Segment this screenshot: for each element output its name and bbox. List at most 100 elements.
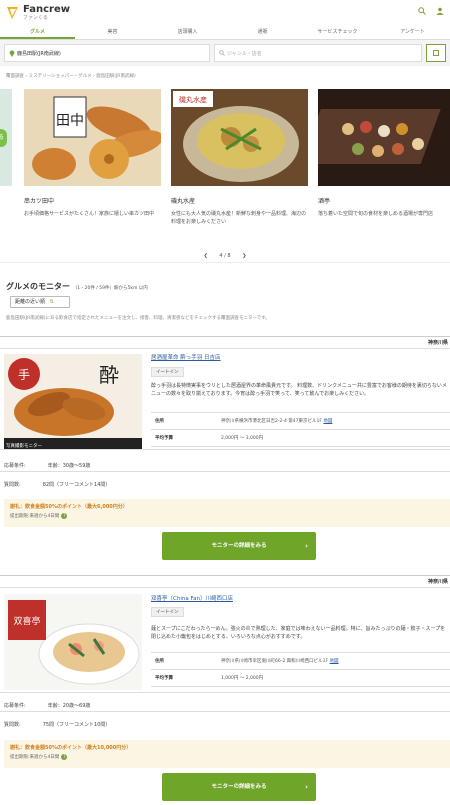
address-value: 神奈川県横浜市港北区日吉2-2-4 第47東京ビル1F xyxy=(221,419,322,424)
china-fan-photo-icon: 双喜亭 xyxy=(4,594,142,690)
genre-input[interactable]: ジャンル・店名 xyxy=(214,44,423,62)
carousel-card[interactable]: 田中 串カツ田中 お手頃価格サービスがたくさん！家族に嬉しい串カツ田中 xyxy=(24,89,161,218)
pickup-carousel: る 田中 串カツ田中 お手頃価格サービスがたくさん！家族に嬉しい串カツ田中 磯丸… xyxy=(0,89,450,239)
shop-name-link[interactable]: 居酒屋革命 酔っ手羽 日吉店 xyxy=(151,353,221,361)
tab-service-check[interactable]: サービスチェック xyxy=(300,26,375,39)
shutei-photo-icon xyxy=(318,89,450,186)
logo[interactable]: Fancrew ファンくる xyxy=(23,4,70,22)
shop-name-link[interactable]: 双喜亭（China Fan）川崎西口店 xyxy=(151,594,233,602)
help-icon[interactable]: ? xyxy=(61,754,68,760)
search-icon[interactable] xyxy=(418,7,426,15)
shop-description: 酔っ手羽は長特徴実事をウリとした居酒屋界の革命風貴元です。 料理数、ドリンクメニ… xyxy=(151,383,447,397)
reward-box: 謝礼：飲食金額50%のポイント（最大6,000円分） 提出期限:来週から4日間? xyxy=(4,499,450,527)
card-desc: 落ち着いた空間で旬の食材を楽しめる酒場が専門店 xyxy=(318,211,434,217)
arrow-right-icon: › xyxy=(305,783,308,791)
kushikatsu-image: 田中 xyxy=(24,89,161,186)
prefecture-label: 神奈川県 xyxy=(0,576,450,588)
user-icon[interactable] xyxy=(436,7,444,15)
sort-arrows-icon: ⇅ xyxy=(49,299,54,305)
budget-label: 平均予算 xyxy=(155,676,173,681)
chevron-left-icon[interactable]: ❮ xyxy=(204,253,208,259)
apply-condition: 応募条件: 年齢：30歳〜59歳 xyxy=(4,462,90,469)
genre-placeholder: ジャンル・店名 xyxy=(227,50,262,57)
location-pin-icon xyxy=(9,50,15,57)
tab-mail-order[interactable]: 通販 xyxy=(225,26,300,39)
svg-text:双喜亭: 双喜亭 xyxy=(13,615,40,627)
deadline-text: 提出期限:来週から4日間 xyxy=(10,755,60,760)
divider xyxy=(0,692,450,693)
shop-description: 麺とスープにこだわったら一めん。強火の炎で熟理した、家庭では味わえない一品料理。… xyxy=(151,626,446,640)
svg-text:田中: 田中 xyxy=(56,113,84,129)
prefecture-label: 神奈川県 xyxy=(0,337,450,349)
monitor-detail-button[interactable]: モニターの詳細をみる › xyxy=(162,773,316,801)
section-title: グルメのモニター （1 - 20件 / 59件）駅から5km 以内 xyxy=(0,281,450,292)
chevron-right-icon[interactable]: ❯ xyxy=(242,253,246,259)
apply-condition: 応募条件: 年齢：20歳〜69歳 xyxy=(4,702,90,709)
section-divider xyxy=(0,262,450,263)
sort-label: 距離の近い順 xyxy=(15,299,46,305)
isomaru-image: 磯丸水産 xyxy=(171,89,308,186)
carousel-card[interactable]: 磯丸水産 磯丸水産 女性にも大人気の磯丸水産！新鮮な刺身や一品料理、海辺の料理を… xyxy=(171,89,308,226)
shop-info-table: 住所 神奈川県川崎市幸区堀川町66-2 興和川崎西口ビル1F 地図 平均予算 1,0… xyxy=(151,652,450,687)
area-select[interactable]: 鹿島田駅(JR南武線) xyxy=(4,44,211,62)
address-value: 神奈川県川崎市幸区堀川町66-2 興和川崎西口ビル1F xyxy=(221,659,329,664)
card-desc: 女性にも大人気の磯丸水産！新鮮な刺身や一品料理、海辺の料理をお楽しみください xyxy=(171,211,307,225)
app-header: Fancrew ファンくる xyxy=(0,0,450,26)
shop-image[interactable]: 双喜亭 xyxy=(4,594,142,690)
condition-value: 年齢：30歳〜59歳 xyxy=(47,463,91,469)
question-count: 質問数: 82問（フリーコメント14問） xyxy=(4,481,110,488)
search-icon xyxy=(219,50,225,56)
monitor-card: 神奈川県 双喜亭 双喜亭（China Fan）川崎西口店 イートイン 麺とスープ… xyxy=(0,575,450,805)
shutei-image xyxy=(318,89,450,186)
question-value: 75問（フリーコメント10問） xyxy=(42,722,111,728)
shop-image[interactable]: 手 酔 写真撮影モニター xyxy=(4,354,142,450)
yottebane-photo-icon: 手 酔 xyxy=(4,354,142,450)
logo-subtext: ファンくる xyxy=(23,15,48,21)
carousel-pager: ❮ 4 / 8 ❯ xyxy=(0,253,450,267)
help-icon[interactable]: ? xyxy=(61,513,68,519)
card-title: 串カツ田中 xyxy=(24,198,55,205)
map-link[interactable]: 地図 xyxy=(330,659,339,664)
condition-label: 応募条件: xyxy=(4,463,26,469)
question-label: 質問数: xyxy=(4,482,21,488)
sort-select[interactable]: 距離の近い順 ⇅ xyxy=(10,296,70,308)
category-tabs: グルメ 美容 店頭購入 通販 サービスチェック アンケート xyxy=(0,26,450,40)
cta-label: モニターの詳細をみる xyxy=(211,543,267,549)
carousel-card-prev[interactable]: る xyxy=(0,89,12,186)
tab-store-purchase[interactable]: 店頭購入 xyxy=(150,26,225,39)
reward-text: 謝礼：飲食金額50%のポイント（最大10,000円分） xyxy=(10,745,132,751)
reward-text: 謝礼：飲食金額50%のポイント（最大6,000円分） xyxy=(10,504,128,510)
tab-survey[interactable]: アンケート xyxy=(375,26,450,39)
logo-text: Fancrew xyxy=(23,4,70,15)
filter-icon xyxy=(433,50,440,56)
deadline-text: 提出期限:来週から4日間 xyxy=(10,514,60,519)
budget-value: 2,000円 〜 3,000円 xyxy=(221,436,264,441)
carousel-card[interactable]: 酒亭 落ち着いた空間で旬の食材を楽しめる酒場が専門店 xyxy=(318,89,450,218)
breadcrumb[interactable]: 覆面調査 › ミステリーショッパー・グルメ › 鹿島田駅(JR南武線) xyxy=(0,66,450,89)
result-count: （1 - 20件 / 59件）駅から5km 以内 xyxy=(72,286,148,291)
map-link[interactable]: 地図 xyxy=(323,419,332,424)
section-note: 鹿島田駅(JR南武線)にある飲食店で指定されたメニューを注文し、接客、料理、清潔… xyxy=(6,316,270,321)
tab-gourmet[interactable]: グルメ xyxy=(0,26,75,39)
svg-text:酔: 酔 xyxy=(99,363,119,387)
monitor-detail-button[interactable]: モニターの詳細をみる › xyxy=(162,532,316,560)
cta-label: モニターの詳細をみる xyxy=(211,784,267,790)
address-label: 住所 xyxy=(155,419,164,424)
question-value: 82問（フリーコメント14問） xyxy=(42,482,111,488)
prev-card-badge-icon: る xyxy=(0,129,7,147)
section-title-text: グルメのモニター xyxy=(6,282,70,291)
question-label: 質問数: xyxy=(4,722,21,728)
kushikatsu-photo-icon: 田中 xyxy=(24,89,161,186)
monitor-card: 神奈川県 手 酔 写真撮影モニター 居酒屋革命 酔っ手羽 日吉店 イートイン 酔… xyxy=(0,336,450,566)
svg-text:磯丸水産: 磯丸水産 xyxy=(179,95,207,104)
question-count: 質問数: 75問（フリーコメント10問） xyxy=(4,721,110,728)
filter-button[interactable] xyxy=(426,44,446,62)
card-desc: お手頃価格サービスがたくさん！家族に嬉しい串カツ田中 xyxy=(24,211,155,217)
tab-beauty[interactable]: 美容 xyxy=(75,26,150,39)
fancrew-logo-icon[interactable] xyxy=(6,6,20,20)
card-title: 酒亭 xyxy=(318,198,331,205)
condition-label: 応募条件: xyxy=(4,703,26,709)
reward-box: 謝礼：飲食金額50%のポイント（最大10,000円分） 提出期限:来週から4日間… xyxy=(4,740,450,768)
budget-label: 平均予算 xyxy=(155,436,173,441)
divider xyxy=(0,711,450,712)
